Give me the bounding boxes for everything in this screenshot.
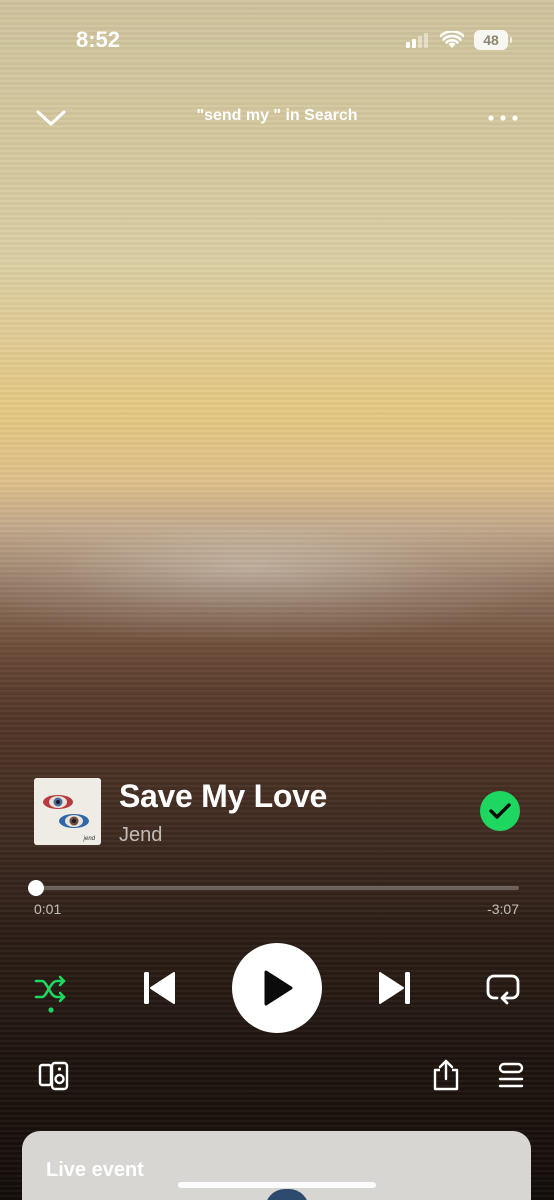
track-artist[interactable]: Jend <box>119 824 162 847</box>
queue-icon[interactable] <box>497 1062 525 1090</box>
cover-caption: jend <box>83 836 95 842</box>
shuffle-icon[interactable] <box>33 972 69 1014</box>
album-art-eyes <box>34 778 101 845</box>
live-event-card[interactable]: Live event <box>22 1131 531 1200</box>
progress-bar[interactable] <box>28 880 519 896</box>
share-icon[interactable] <box>431 1058 461 1092</box>
skip-previous-icon[interactable] <box>141 968 177 1008</box>
repeat-icon[interactable] <box>485 972 521 1006</box>
chevron-down-icon[interactable] <box>34 104 68 132</box>
connect-devices-icon[interactable] <box>38 1060 70 1092</box>
time-remaining: -3:07 <box>487 901 519 917</box>
play-icon <box>264 970 293 1006</box>
live-event-image <box>265 1189 309 1200</box>
status-time: 8:52 <box>76 27 121 52</box>
battery-indicator: 48 <box>474 30 512 50</box>
track-title[interactable]: Save My Love <box>119 778 327 815</box>
skip-next-icon[interactable] <box>377 968 413 1008</box>
wifi-icon <box>440 31 464 48</box>
home-indicator[interactable] <box>178 1182 376 1188</box>
playing-from-context: "send my " in Search <box>196 107 358 124</box>
liked-check-icon[interactable] <box>479 790 521 832</box>
cellular-signal-icon <box>406 33 428 48</box>
album-cover[interactable]: jend <box>34 778 101 845</box>
time-elapsed: 0:01 <box>34 901 62 917</box>
status-indicators: 48 <box>406 30 512 50</box>
more-dots-icon[interactable] <box>486 108 520 128</box>
live-event-label: Live event <box>46 1159 144 1181</box>
play-button[interactable] <box>232 943 322 1033</box>
